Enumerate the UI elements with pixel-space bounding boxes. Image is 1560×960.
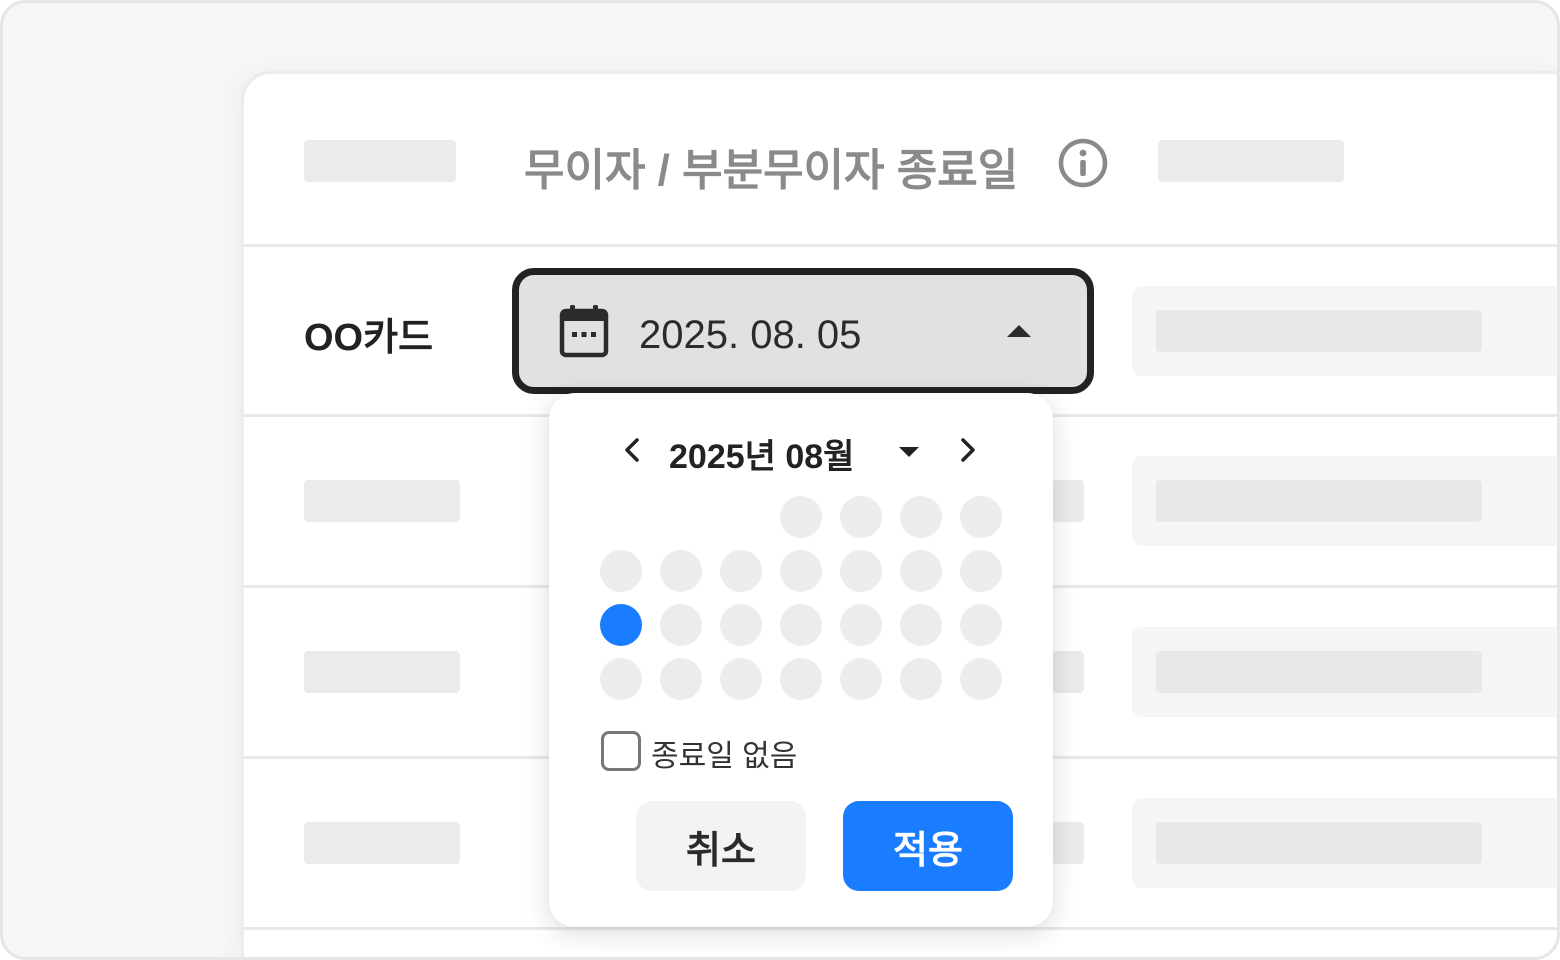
row-label-placeholder — [304, 480, 460, 522]
calendar-day-selected[interactable] — [600, 604, 642, 646]
row-divider — [244, 244, 1557, 247]
card-name-label: OO카드 — [304, 317, 434, 359]
row-field-placeholder — [1052, 651, 1084, 693]
row-divider — [244, 927, 1557, 930]
caret-down-icon[interactable] — [897, 445, 921, 459]
calendar-day[interactable] — [840, 496, 882, 538]
row-label-placeholder — [304, 651, 460, 693]
row-value-placeholder — [1156, 480, 1482, 522]
calendar-day[interactable] — [720, 658, 762, 700]
apply-button[interactable]: 적용 — [843, 801, 1013, 891]
cancel-button[interactable]: 취소 — [636, 801, 806, 891]
calendar-day[interactable] — [780, 604, 822, 646]
date-picker-popover: 2025년 08월 종료일 없음 취소 적용 — [549, 393, 1053, 927]
month-title[interactable]: 2025년 08월 — [669, 429, 854, 478]
calendar-day[interactable] — [600, 658, 642, 700]
row-value-placeholder — [1156, 822, 1482, 864]
calendar-day[interactable] — [960, 658, 1002, 700]
chevron-left-icon[interactable] — [619, 433, 645, 467]
header-placeholder-left — [304, 140, 456, 182]
no-end-date-checkbox[interactable] — [601, 731, 641, 771]
app-frame: 무이자 / 부분무이자 종료일 OO카드 2025. 08. 05 2025년 … — [0, 0, 1560, 960]
calendar-day[interactable] — [660, 604, 702, 646]
calendar-day[interactable] — [960, 496, 1002, 538]
caret-up-icon — [1007, 325, 1031, 337]
calendar-day[interactable] — [900, 604, 942, 646]
calendar-day[interactable] — [660, 658, 702, 700]
calendar-day[interactable] — [960, 604, 1002, 646]
calendar-day[interactable] — [900, 496, 942, 538]
calendar-day[interactable] — [720, 604, 762, 646]
calendar-day[interactable] — [780, 496, 822, 538]
row-field-placeholder — [1052, 480, 1084, 522]
header-placeholder-right — [1158, 140, 1344, 182]
calendar-day[interactable] — [780, 658, 822, 700]
calendar-day[interactable] — [840, 550, 882, 592]
calendar-day[interactable] — [840, 604, 882, 646]
selected-date-value: 2025. 08. 05 — [639, 313, 862, 357]
calendar-day[interactable] — [780, 550, 822, 592]
calendar-day[interactable] — [720, 550, 762, 592]
calendar-day[interactable] — [960, 550, 1002, 592]
chevron-right-icon[interactable] — [955, 433, 981, 467]
calendar-day[interactable] — [900, 658, 942, 700]
row-label-placeholder — [304, 822, 460, 864]
calendar-day[interactable] — [600, 550, 642, 592]
calendar-icon — [559, 305, 609, 358]
calendar-day[interactable] — [900, 550, 942, 592]
column-title: 무이자 / 부분무이자 종료일 — [524, 146, 1019, 195]
calendar-day[interactable] — [660, 550, 702, 592]
row-field-placeholder — [1052, 822, 1084, 864]
row-value-placeholder — [1156, 651, 1482, 693]
end-date-dropdown[interactable]: 2025. 08. 05 — [512, 268, 1094, 394]
info-icon[interactable] — [1057, 137, 1109, 189]
row-value-placeholder — [1156, 310, 1482, 352]
calendar-day[interactable] — [840, 658, 882, 700]
no-end-date-label: 종료일 없음 — [651, 740, 798, 773]
